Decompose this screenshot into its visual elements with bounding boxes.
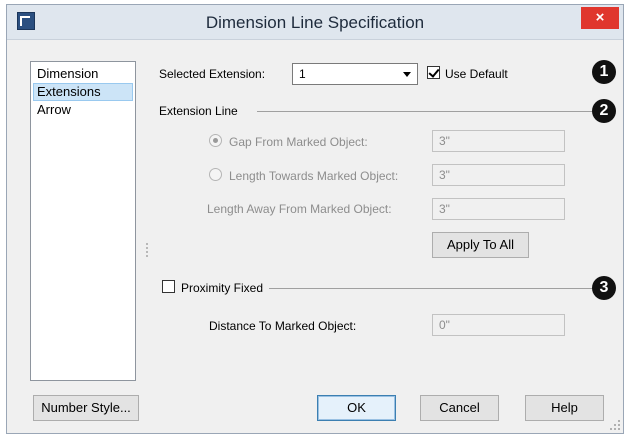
category-list: Dimension Extensions Arrow <box>30 61 136 381</box>
proximity-divider <box>269 288 593 289</box>
gap-label: Gap From Marked Object: <box>229 135 368 149</box>
gap-radio[interactable] <box>209 134 222 147</box>
title-bar: Dimension Line Specification × <box>7 5 623 40</box>
distance-label: Distance To Marked Object: <box>209 319 357 333</box>
proximity-fixed-checkbox[interactable] <box>162 280 175 293</box>
close-button[interactable]: × <box>581 7 619 29</box>
use-default-checkbox[interactable] <box>427 66 440 79</box>
splitter-handle[interactable] <box>146 243 148 259</box>
number-style-button[interactable]: Number Style... <box>33 395 139 421</box>
gap-field[interactable]: 3" <box>432 130 565 152</box>
length-towards-radio[interactable] <box>209 168 222 181</box>
extension-line-divider <box>257 111 593 112</box>
proximity-fixed-label: Proximity Fixed <box>181 281 264 295</box>
extension-line-heading: Extension Line <box>159 104 238 118</box>
ok-button[interactable]: OK <box>317 395 396 421</box>
dialog-window: Dimension Line Specification × Dimension… <box>6 4 624 434</box>
window-title: Dimension Line Specification <box>205 13 425 32</box>
list-item-extensions[interactable]: Extensions <box>33 83 133 101</box>
cancel-button[interactable]: Cancel <box>420 395 499 421</box>
apply-to-all-button[interactable]: Apply To All <box>432 232 529 258</box>
list-item-arrow[interactable]: Arrow <box>33 101 133 119</box>
selected-extension-value: 1 <box>299 67 306 81</box>
callout-1: 1 <box>592 60 616 84</box>
length-towards-field[interactable]: 3" <box>432 164 565 186</box>
selected-extension-label: Selected Extension: <box>159 67 266 81</box>
length-towards-label: Length Towards Marked Object: <box>229 169 399 183</box>
length-away-field[interactable]: 3" <box>432 198 565 220</box>
help-button[interactable]: Help <box>525 395 604 421</box>
use-default-label: Use Default <box>445 67 508 81</box>
close-icon: × <box>595 9 605 26</box>
chevron-down-icon <box>403 72 411 77</box>
selected-extension-dropdown[interactable]: 1 <box>292 63 418 85</box>
callout-2: 2 <box>592 99 616 123</box>
resize-grip-icon[interactable] <box>610 420 620 430</box>
distance-field[interactable]: 0" <box>432 314 565 336</box>
callout-3: 3 <box>592 276 616 300</box>
list-item-dimension[interactable]: Dimension <box>33 65 133 83</box>
length-away-label: Length Away From Marked Object: <box>207 202 392 216</box>
